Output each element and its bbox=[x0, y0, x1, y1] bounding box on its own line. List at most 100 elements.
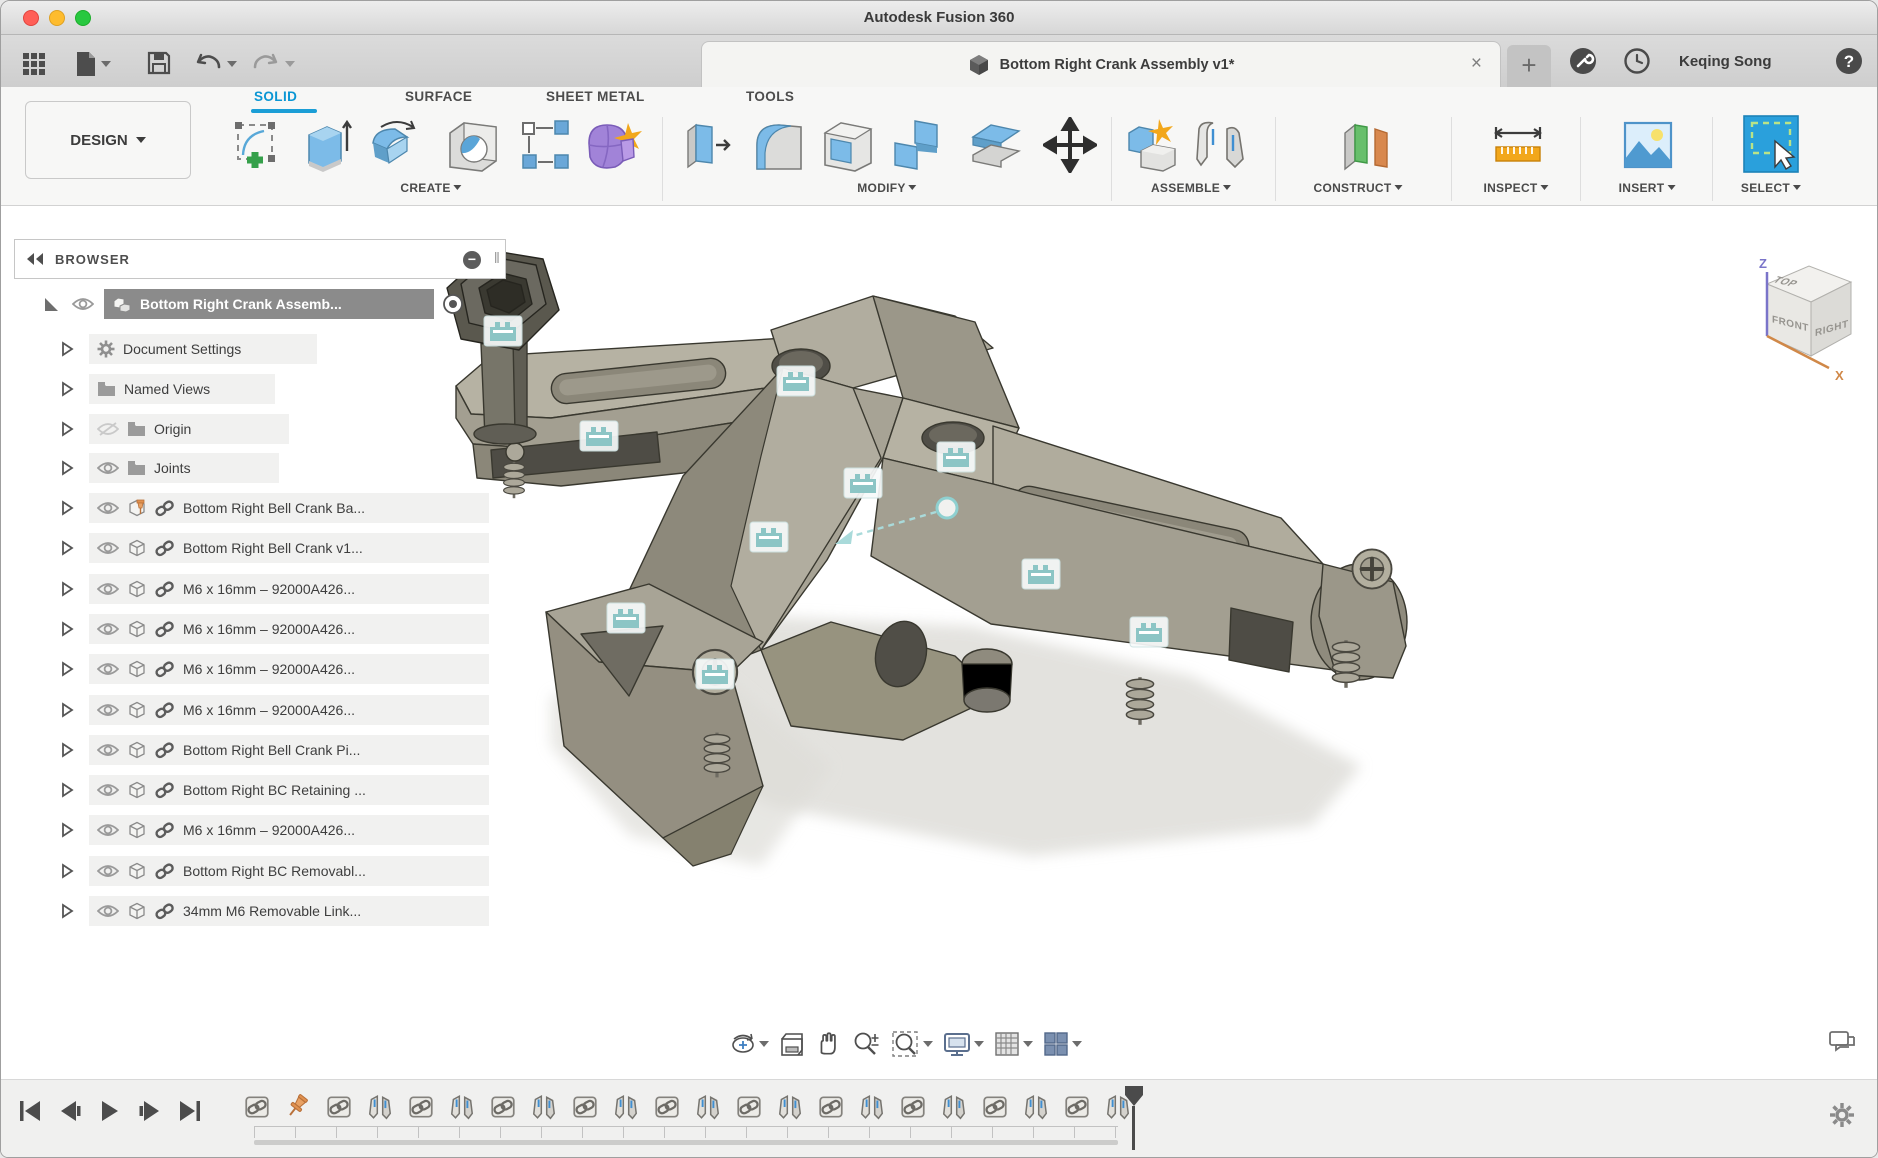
visibility-eye-icon[interactable] bbox=[97, 622, 119, 636]
help-icon[interactable]: ? bbox=[1835, 47, 1863, 75]
timeline-item-joint[interactable] bbox=[529, 1092, 558, 1122]
display-settings-icon[interactable] bbox=[942, 1030, 984, 1058]
expand-arrow-icon[interactable] bbox=[59, 741, 75, 759]
crank-assembly-model[interactable] bbox=[431, 226, 1411, 886]
timeline-item-link[interactable] bbox=[652, 1092, 681, 1122]
new-component-button[interactable] bbox=[1123, 117, 1181, 175]
offset-face-button[interactable] bbox=[967, 117, 1025, 175]
expand-arrow-icon[interactable] bbox=[59, 499, 75, 517]
tab-tools[interactable]: TOOLS bbox=[746, 89, 794, 104]
expand-arrow-icon[interactable] bbox=[59, 620, 75, 638]
timeline-item-link[interactable] bbox=[898, 1092, 927, 1122]
undo-icon[interactable] bbox=[195, 51, 221, 75]
expand-arrow-icon[interactable] bbox=[59, 340, 75, 358]
look-at-icon[interactable] bbox=[778, 1030, 806, 1058]
group-label-assemble[interactable]: ASSEMBLE bbox=[1151, 181, 1231, 195]
timeline-item-joint[interactable] bbox=[1021, 1092, 1050, 1122]
timeline-item-joint[interactable] bbox=[775, 1092, 804, 1122]
move-copy-button[interactable] bbox=[1043, 117, 1097, 173]
visibility-off-eye-icon[interactable] bbox=[97, 422, 119, 436]
group-label-inspect[interactable]: INSPECT bbox=[1483, 181, 1548, 195]
timeline-item-link[interactable] bbox=[488, 1092, 517, 1122]
tab-surface[interactable]: SURFACE bbox=[405, 89, 472, 104]
create-form-button[interactable] bbox=[581, 117, 643, 175]
browser-component-row[interactable]: 34mm M6 Removable Link... bbox=[59, 895, 489, 927]
combine-button[interactable] bbox=[889, 117, 945, 175]
expand-arrow-icon[interactable] bbox=[59, 701, 75, 719]
timeline-slider-track[interactable] bbox=[254, 1140, 1118, 1145]
browser-component-row[interactable]: Bottom Right BC Removabl... bbox=[59, 855, 489, 887]
browser-component-row[interactable]: Bottom Right Bell Crank Pi... bbox=[59, 734, 489, 766]
visibility-eye-icon[interactable] bbox=[97, 582, 119, 596]
new-tab-button[interactable]: + bbox=[1507, 45, 1551, 87]
tab-sheet-metal[interactable]: SHEET METAL bbox=[546, 89, 645, 104]
file-new-icon[interactable] bbox=[75, 51, 97, 77]
close-tab-icon[interactable]: × bbox=[1471, 53, 1482, 75]
visibility-eye-icon[interactable] bbox=[97, 541, 119, 555]
browser-folder-row[interactable]: Joints bbox=[59, 452, 279, 484]
visibility-eye-icon[interactable] bbox=[97, 743, 119, 757]
save-icon[interactable] bbox=[147, 51, 171, 75]
expand-arrow-icon[interactable] bbox=[59, 539, 75, 557]
group-label-insert[interactable]: INSERT bbox=[1619, 181, 1676, 195]
expand-arrow-icon[interactable] bbox=[59, 380, 75, 398]
job-status-clock-icon[interactable] bbox=[1623, 47, 1651, 75]
timeline-item-joint[interactable] bbox=[693, 1092, 722, 1122]
zoom-menu-caret[interactable] bbox=[923, 1041, 933, 1047]
expand-arrow-icon[interactable] bbox=[59, 459, 75, 477]
rectangular-pattern-button[interactable] bbox=[519, 117, 571, 173]
fillet-button[interactable] bbox=[751, 117, 807, 175]
extensions-icon[interactable] bbox=[1569, 47, 1597, 75]
timeline-item-joint[interactable] bbox=[857, 1092, 886, 1122]
file-menu-caret[interactable] bbox=[101, 61, 111, 67]
timeline-item-link[interactable] bbox=[1062, 1092, 1091, 1122]
browser-header[interactable]: BROWSER − ‖ bbox=[14, 239, 506, 279]
panel-grip-icon[interactable]: ‖ bbox=[494, 250, 501, 267]
orbit-icon[interactable] bbox=[729, 1030, 769, 1058]
timeline-item-joint[interactable] bbox=[611, 1092, 640, 1122]
group-label-select[interactable]: SELECT bbox=[1741, 181, 1801, 195]
browser-component-row[interactable]: Bottom Right Bell Crank Ba... bbox=[59, 492, 489, 524]
go-to-end-button[interactable] bbox=[177, 1098, 203, 1124]
redo-menu-caret[interactable] bbox=[285, 61, 295, 67]
pan-icon[interactable] bbox=[815, 1030, 843, 1058]
visibility-eye-icon[interactable] bbox=[97, 864, 119, 878]
timeline-item-link[interactable] bbox=[324, 1092, 353, 1122]
step-back-button[interactable] bbox=[57, 1098, 83, 1124]
app-grid-icon[interactable] bbox=[21, 51, 47, 77]
expand-arrow-icon[interactable] bbox=[59, 862, 75, 880]
viewcube[interactable]: TOP FRONT RIGHT Z X bbox=[1739, 244, 1869, 399]
timeline-item-link[interactable] bbox=[570, 1092, 599, 1122]
zoom-window-icon[interactable] bbox=[891, 1030, 933, 1058]
press-pull-button[interactable] bbox=[682, 117, 734, 175]
step-forward-button[interactable] bbox=[137, 1098, 163, 1124]
browser-folder-row[interactable]: Document Settings bbox=[59, 333, 317, 365]
browser-component-row[interactable]: M6 x 16mm – 92000A426... bbox=[59, 653, 489, 685]
timeline-item-joint[interactable] bbox=[447, 1092, 476, 1122]
visibility-eye-icon[interactable] bbox=[97, 783, 119, 797]
play-button[interactable] bbox=[97, 1098, 123, 1124]
collapse-panel-icon[interactable] bbox=[25, 252, 45, 266]
visibility-eye-icon[interactable] bbox=[97, 662, 119, 676]
visibility-eye-icon[interactable] bbox=[97, 703, 119, 717]
expand-arrow-icon[interactable] bbox=[59, 781, 75, 799]
activate-component-radio[interactable] bbox=[442, 293, 464, 315]
viewports-icon[interactable] bbox=[1042, 1030, 1082, 1058]
construction-plane-button[interactable] bbox=[1337, 117, 1395, 175]
revolve-button[interactable] bbox=[367, 117, 427, 175]
timeline-item-link[interactable] bbox=[406, 1092, 435, 1122]
zoom-icon[interactable] bbox=[852, 1030, 882, 1058]
timeline-playhead[interactable] bbox=[1125, 1086, 1143, 1150]
tab-solid[interactable]: SOLID bbox=[254, 89, 297, 104]
insert-image-button[interactable] bbox=[1619, 117, 1677, 173]
grid-menu-caret[interactable] bbox=[1023, 1041, 1033, 1047]
browser-component-row[interactable]: M6 x 16mm – 92000A426... bbox=[59, 814, 489, 846]
viewports-menu-caret[interactable] bbox=[1072, 1041, 1082, 1047]
group-label-modify[interactable]: MODIFY bbox=[857, 181, 916, 195]
browser-component-row[interactable]: Bottom Right Bell Crank v1... bbox=[59, 532, 489, 564]
group-label-construct[interactable]: CONSTRUCT bbox=[1313, 181, 1402, 195]
browser-component-row[interactable]: M6 x 16mm – 92000A426... bbox=[59, 694, 489, 726]
browser-component-row[interactable]: Bottom Right BC Retaining ... bbox=[59, 774, 489, 806]
user-account-button[interactable]: Keqing Song bbox=[1679, 53, 1772, 70]
expand-arrow-icon[interactable] bbox=[59, 420, 75, 438]
